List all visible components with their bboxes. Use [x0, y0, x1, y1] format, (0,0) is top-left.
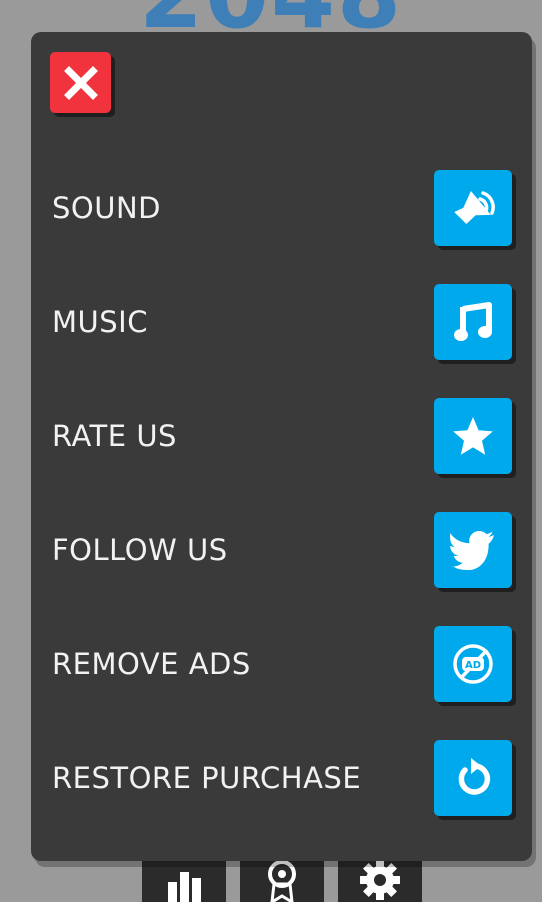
- close-icon: [63, 65, 98, 100]
- rate-us-button[interactable]: [434, 398, 512, 474]
- rate-us-label: RATE US: [52, 418, 177, 453]
- restore-purchase-row: RESTORE PURCHASE: [52, 740, 512, 816]
- sound-button[interactable]: [434, 170, 512, 246]
- follow-us-button[interactable]: [434, 512, 512, 588]
- restore-icon: [458, 758, 491, 795]
- rate-us-row: RATE US: [52, 398, 512, 474]
- remove-ads-label: REMOVE ADS: [52, 646, 251, 681]
- no-ads-icon: AD: [453, 644, 493, 684]
- settings-icon: [360, 860, 400, 900]
- restore-purchase-button[interactable]: [434, 740, 512, 816]
- music-button[interactable]: [434, 284, 512, 360]
- music-icon: [454, 302, 492, 341]
- follow-us-label: FOLLOW US: [52, 532, 228, 567]
- leaderboard-icon: [168, 872, 201, 902]
- achievements-icon: [268, 860, 296, 902]
- music-label: MUSIC: [52, 304, 148, 339]
- close-button[interactable]: [50, 52, 111, 113]
- follow-us-row: FOLLOW US: [52, 512, 512, 588]
- twitter-icon: [450, 531, 494, 570]
- remove-ads-row: REMOVE ADS AD: [52, 626, 512, 702]
- settings-panel: SOUND MUSIC RATE US FOLLOW US REMOVE ADS…: [31, 32, 532, 861]
- star-icon: [453, 417, 493, 455]
- sound-label: SOUND: [52, 190, 161, 225]
- sound-icon: [454, 191, 495, 225]
- music-row: MUSIC: [52, 284, 512, 360]
- svg-text:AD: AD: [465, 660, 481, 671]
- sound-row: SOUND: [52, 170, 512, 246]
- remove-ads-button[interactable]: AD: [434, 626, 512, 702]
- restore-purchase-label: RESTORE PURCHASE: [52, 760, 362, 795]
